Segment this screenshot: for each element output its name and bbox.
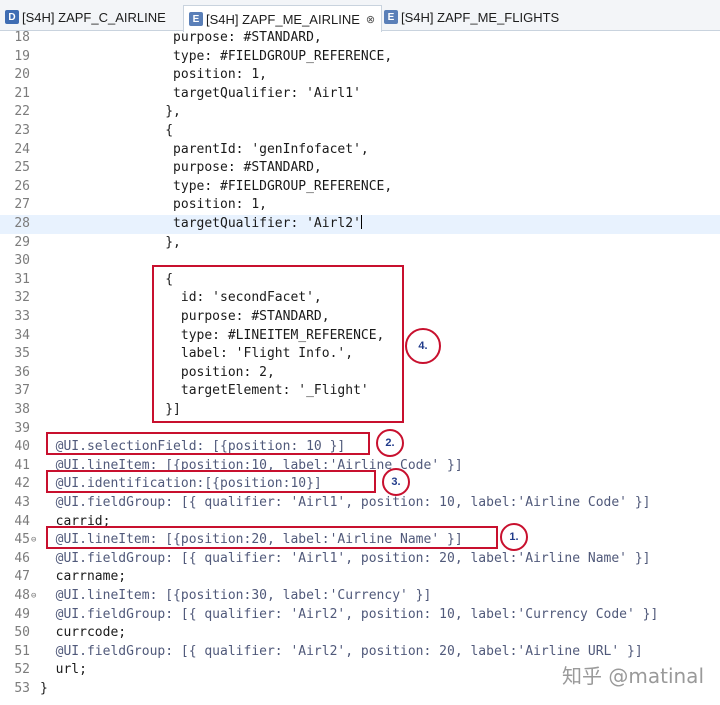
- line-number: 42: [14, 476, 30, 492]
- line-number: 41: [14, 457, 30, 473]
- tab-zapf-me-flights[interactable]: E [S4H] ZAPF_ME_FLIGHTS: [379, 4, 559, 30]
- code-text: purpose: #STANDARD,: [40, 160, 322, 176]
- highlight-identification: [46, 470, 376, 493]
- code-text: @UI.fieldGroup: [{ qualifier: 'Airl2', p…: [40, 606, 659, 622]
- watermark: 知乎 @matinal: [562, 664, 704, 688]
- tab-label: [S4H] ZAPF_ME_AIRLINE: [206, 11, 360, 27]
- line-number: 30: [14, 253, 30, 269]
- ddl-file-icon: D: [5, 10, 19, 24]
- line-number: 40: [14, 439, 30, 455]
- code-line[interactable]: 28 targetQualifier: 'Airl2': [0, 215, 720, 234]
- code-line[interactable]: 27 position: 1,: [0, 196, 720, 215]
- line-number: 31: [14, 271, 30, 287]
- line-number: 52: [14, 662, 30, 678]
- code-text: @UI.fieldGroup: [{ qualifier: 'Airl1', p…: [40, 495, 651, 510]
- tab-zapf-c-airline[interactable]: D [S4H] ZAPF_C_AIRLINE: [0, 4, 166, 30]
- text-cursor: [360, 215, 362, 229]
- line-number: 26: [14, 178, 30, 194]
- code-line[interactable]: 49 @UI.fieldGroup: [{ qualifier: 'Airl2'…: [0, 606, 720, 625]
- line-number: 18: [14, 31, 30, 45]
- line-number: 23: [14, 123, 30, 138]
- code-text: type: #FIELDGROUP_REFERENCE,: [40, 178, 393, 194]
- line-number: 45: [14, 532, 30, 548]
- code-line[interactable]: 50 currcode;: [0, 624, 720, 643]
- code-line[interactable]: 22 },: [0, 103, 720, 122]
- code-text: url;: [40, 662, 87, 678]
- code-text: {: [40, 123, 174, 138]
- code-text: parentId: 'genInfofacet',: [40, 141, 369, 157]
- code-text: }: [40, 681, 48, 696]
- tab-zapf-me-airline[interactable]: E [S4H] ZAPF_ME_AIRLINE ⊗: [183, 5, 383, 32]
- code-text: @UI.lineItem: [{position:30, label:'Curr…: [40, 588, 432, 603]
- line-number: 38: [14, 402, 30, 417]
- line-number: 48: [14, 588, 30, 603]
- code-line[interactable]: 21 targetQualifier: 'Airl1': [0, 85, 720, 104]
- highlight-line-item-airline-name: [46, 526, 498, 549]
- close-tab-icon[interactable]: ⊗: [366, 13, 375, 26]
- code-line[interactable]: 46 @UI.fieldGroup: [{ qualifier: 'Airl1'…: [0, 550, 720, 569]
- highlight-facet-definition: [152, 265, 404, 423]
- code-text: targetQualifier: 'Airl2': [40, 215, 362, 231]
- code-line[interactable]: 51 @UI.fieldGroup: [{ qualifier: 'Airl2'…: [0, 643, 720, 662]
- line-number: 33: [14, 309, 30, 324]
- callout-2: 2.: [376, 429, 404, 457]
- line-number: 37: [14, 383, 30, 399]
- line-number: 35: [14, 346, 30, 362]
- line-number: 39: [14, 420, 30, 436]
- callout-1: 1.: [500, 523, 528, 551]
- line-number: 32: [14, 290, 30, 306]
- line-number: 27: [14, 197, 30, 213]
- code-line[interactable]: 47 carrname;: [0, 568, 720, 587]
- code-line[interactable]: 23 {: [0, 122, 720, 141]
- code-text: targetQualifier: 'Airl1': [40, 85, 361, 101]
- code-text: position: 1,: [40, 67, 267, 83]
- line-number: 25: [14, 160, 30, 176]
- code-text: },: [40, 234, 181, 250]
- line-number: 51: [14, 643, 30, 659]
- code-text: },: [40, 104, 181, 120]
- code-text: currcode;: [40, 625, 127, 641]
- line-number: 36: [14, 364, 30, 380]
- callout-3: 3.: [382, 468, 410, 496]
- code-line[interactable]: 20 position: 1,: [0, 66, 720, 85]
- code-text: carrname;: [40, 569, 127, 585]
- line-number: 19: [14, 48, 30, 64]
- line-number: 47: [14, 569, 30, 585]
- line-number: 43: [14, 495, 30, 510]
- code-text: @UI.fieldGroup: [{ qualifier: 'Airl2', p…: [40, 643, 643, 659]
- code-line[interactable]: 48 ⊖ @UI.lineItem: [{position:30, label:'…: [0, 587, 720, 606]
- line-number: 28: [14, 216, 30, 231]
- line-number: 21: [14, 85, 30, 101]
- line-number: 50: [14, 625, 30, 641]
- line-number: 29: [14, 234, 30, 250]
- line-number: 49: [14, 606, 30, 622]
- code-line[interactable]: 25 purpose: #STANDARD,: [0, 159, 720, 178]
- code-text: type: #FIELDGROUP_REFERENCE,: [40, 48, 393, 64]
- editor-tab-bar: D [S4H] ZAPF_C_AIRLINE E [S4H] ZAPF_ME_A…: [0, 0, 720, 32]
- fold-toggle-icon[interactable]: ⊖: [31, 587, 36, 606]
- line-number: 53: [14, 681, 30, 696]
- code-line[interactable]: 43 @UI.fieldGroup: [{ qualifier: 'Airl1'…: [0, 494, 720, 513]
- line-number: 46: [14, 550, 30, 566]
- line-number: 24: [14, 141, 30, 157]
- metadata-extension-icon: E: [189, 12, 203, 26]
- line-number: 22: [14, 104, 30, 120]
- line-number: 44: [14, 513, 30, 529]
- code-text: @UI.fieldGroup: [{ qualifier: 'Airl1', p…: [40, 550, 651, 566]
- tab-label: [S4H] ZAPF_C_AIRLINE: [22, 9, 166, 25]
- line-number: 20: [14, 67, 30, 83]
- code-text: purpose: #STANDARD,: [40, 31, 322, 45]
- tab-label: [S4H] ZAPF_ME_FLIGHTS: [401, 9, 560, 25]
- metadata-extension-icon: E: [384, 10, 398, 24]
- fold-toggle-icon[interactable]: ⊖: [31, 531, 36, 550]
- code-line[interactable]: 18 purpose: #STANDARD,: [0, 31, 720, 48]
- code-text: position: 1,: [40, 197, 267, 213]
- highlight-selection-field: [46, 432, 370, 455]
- code-line[interactable]: 19 type: #FIELDGROUP_REFERENCE,: [0, 48, 720, 67]
- callout-4: 4.: [405, 328, 441, 364]
- code-line[interactable]: 24 parentId: 'genInfofacet',: [0, 141, 720, 160]
- code-line[interactable]: 29 },: [0, 234, 720, 253]
- line-number: 34: [14, 327, 30, 343]
- code-line[interactable]: 26 type: #FIELDGROUP_REFERENCE,: [0, 178, 720, 197]
